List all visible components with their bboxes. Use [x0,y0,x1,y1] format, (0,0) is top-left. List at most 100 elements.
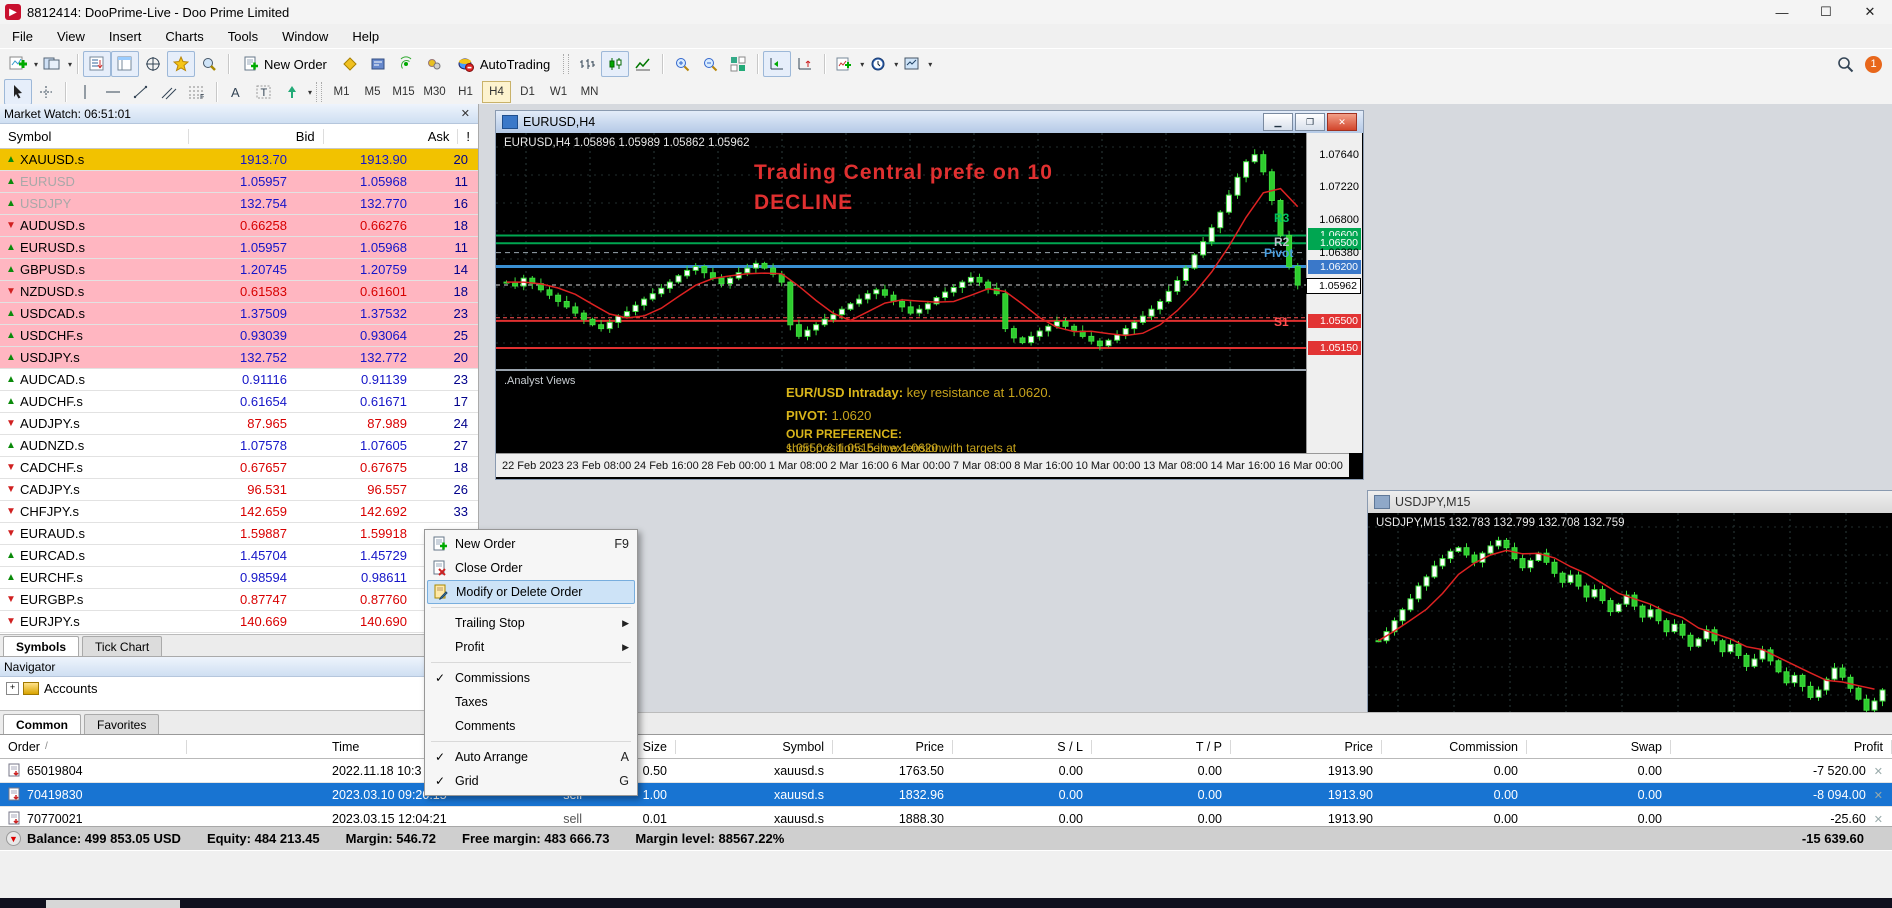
market-watch-row[interactable]: ▲AUDCHF.s0.616540.6167117 [0,391,478,413]
orders-col-sl[interactable]: S / L [953,740,1092,754]
col-ask[interactable]: Ask [324,129,459,144]
market-watch-row[interactable]: ▲USDCAD.s1.375091.3753223 [0,303,478,325]
context-menu-item-auto-arrange[interactable]: ✓Auto ArrangeA [425,745,637,769]
arrows-tool[interactable] [278,79,306,105]
order-row[interactable]: 704198302023.03.10 09:20:15sell1.00xauus… [0,783,1892,807]
menu-tools[interactable]: Tools [216,26,270,47]
autotrading-button[interactable]: AutoTrading [448,51,559,77]
orders-col-order[interactable]: Order / [0,740,187,754]
timeframe-mn[interactable]: MN [575,81,604,103]
menu-window[interactable]: Window [270,26,340,47]
strategy-tester-toggle[interactable] [195,51,223,77]
periods-button[interactable] [864,51,892,77]
menu-insert[interactable]: Insert [97,26,154,47]
tab-symbols[interactable]: Symbols [3,636,79,657]
templates-button[interactable] [898,51,926,77]
timeframe-m15[interactable]: M15 [389,81,418,103]
close-position-icon[interactable]: ✕ [1874,814,1883,826]
eurusd-price-axis[interactable]: 1.076401.072201.068001.066001.065001.063… [1306,133,1362,453]
order-row[interactable]: 650198042022.11.18 10:30.50xauusd.s1763.… [0,759,1892,783]
market-watch-row[interactable]: ▼CADCHF.s0.676570.6767518 [0,457,478,479]
options-button[interactable] [420,51,448,77]
indicators-button[interactable] [830,51,858,77]
market-watch-row[interactable]: ▼CADJPY.s96.53196.55726 [0,479,478,501]
close-position-icon[interactable]: ✕ [1874,790,1883,802]
orders-col-symbol[interactable]: Symbol [676,740,833,754]
maximize-button[interactable]: ☐ [1804,0,1848,24]
chart-close-button[interactable]: ✕ [1327,113,1357,131]
market-watch-row[interactable]: ▲EURCHF.s0.985940.98611 [0,567,478,589]
horizontal-line-tool[interactable] [99,79,127,105]
tree-expander-icon[interactable]: + [6,682,19,695]
timeframe-h1[interactable]: H1 [451,81,480,103]
new-order-button[interactable]: New Order [234,51,336,77]
templates-button-dropdown[interactable]: ▾ [928,60,932,69]
context-menu-item-grid[interactable]: ✓GridG [425,769,637,793]
orders-col-time[interactable]: Time [187,740,452,754]
data-window-toggle[interactable] [111,51,139,77]
tab-favorites[interactable]: Favorites [84,714,159,735]
signals-button[interactable] [392,51,420,77]
timeframe-m5[interactable]: M5 [358,81,387,103]
market-watch-row[interactable]: ▲USDJPY132.754132.77016 [0,193,478,215]
chart-shift-toggle[interactable] [791,51,819,77]
market-watch-row[interactable]: ▲EURCAD.s1.457041.45729 [0,545,478,567]
timeframe-m1[interactable]: M1 [327,81,356,103]
context-menu-item-trailing-stop[interactable]: Trailing Stop▶ [425,611,637,635]
orders-col-tp[interactable]: T / P [1092,740,1231,754]
line-chart-button[interactable] [629,51,657,77]
menu-file[interactable]: File [0,26,45,47]
vertical-line-tool[interactable] [71,79,99,105]
context-menu-item-new-order[interactable]: New OrderF9 [425,532,637,556]
market-watch-row[interactable]: ▼AUDJPY.s87.96587.98924 [0,413,478,435]
usdjpy-title-bar[interactable]: USDJPY,M15 [1368,491,1892,513]
orders-col-profit[interactable]: Profit [1671,740,1892,754]
market-watch-row[interactable]: ▼EURJPY.s140.669140.690 [0,611,478,633]
orders-col-price[interactable]: Price [1231,740,1382,754]
market-watch-row[interactable]: ▲USDCHF.s0.930390.9306425 [0,325,478,347]
trendline-tool[interactable] [127,79,155,105]
zoom-in-button[interactable] [668,51,696,77]
cursor-tool[interactable] [4,79,32,105]
profiles-button[interactable] [38,51,66,77]
timeframe-d1[interactable]: D1 [513,81,542,103]
market-watch-row[interactable]: ▲AUDNZD.s1.075781.0760527 [0,435,478,457]
eurusd-time-axis[interactable]: 22 Feb 202323 Feb 08:0024 Feb 16:0028 Fe… [496,453,1349,477]
usdjpy-chart-area[interactable]: USDJPY,M15 132.783 132.799 132.708 132.7… [1368,513,1890,732]
auto-scroll-toggle[interactable] [763,51,791,77]
menu-help[interactable]: Help [340,26,391,47]
market-watch-toggle[interactable] [83,51,111,77]
menu-charts[interactable]: Charts [153,26,215,47]
timeframe-w1[interactable]: W1 [544,81,573,103]
fibonacci-tool[interactable]: F [183,79,211,105]
market-watch-row[interactable]: ▼EURGBP.s0.877470.87760 [0,589,478,611]
channel-tool[interactable] [155,79,183,105]
col-symbol[interactable]: Symbol [0,129,189,144]
tab-common[interactable]: Common [3,714,81,735]
close-position-icon[interactable]: ✕ [1874,766,1883,778]
minimize-button[interactable]: — [1760,0,1804,24]
market-watch-row[interactable]: ▲EURUSD.s1.059571.0596811 [0,237,478,259]
orders-col-swap[interactable]: Swap [1527,740,1671,754]
eurusd-chart-area[interactable]: EURUSD,H4 1.05896 1.05989 1.05862 1.0596… [496,133,1361,477]
taskbar-item[interactable] [46,900,180,908]
market-watch-row[interactable]: ▼NZDUSD.s0.615830.6160118 [0,281,478,303]
chart-window-title-bar[interactable]: EURUSD,H4 ▁ ❐ ✕ [496,111,1363,133]
context-menu-item-close-order[interactable]: Close Order [425,556,637,580]
context-menu-item-taxes[interactable]: Taxes [425,690,637,714]
market-watch-row[interactable]: ▼AUDUSD.s0.662580.6627618 [0,215,478,237]
market-watch-row[interactable]: ▼EURAUD.s1.598871.5991831 [0,523,478,545]
menu-view[interactable]: View [45,26,97,47]
crosshair-tool[interactable] [32,79,60,105]
timeframe-h4[interactable]: H4 [482,81,511,103]
market-watch-row[interactable]: ▲USDJPY.s132.752132.77220 [0,347,478,369]
market-watch-row[interactable]: ▲AUDCAD.s0.911160.9113923 [0,369,478,391]
col-spread[interactable]: ! [458,129,478,144]
text-label-tool[interactable]: T [250,79,278,105]
tile-windows-button[interactable] [724,51,752,77]
context-menu-item-commissions[interactable]: ✓Commissions [425,666,637,690]
market-watch-row[interactable]: ▲EURUSD1.059571.0596811 [0,171,478,193]
tab-tick-chart[interactable]: Tick Chart [82,636,162,657]
market-watch-row[interactable]: ▼CHFJPY.s142.659142.69233 [0,501,478,523]
market-watch-row[interactable]: ▲GBPUSD.s1.207451.2075914 [0,259,478,281]
